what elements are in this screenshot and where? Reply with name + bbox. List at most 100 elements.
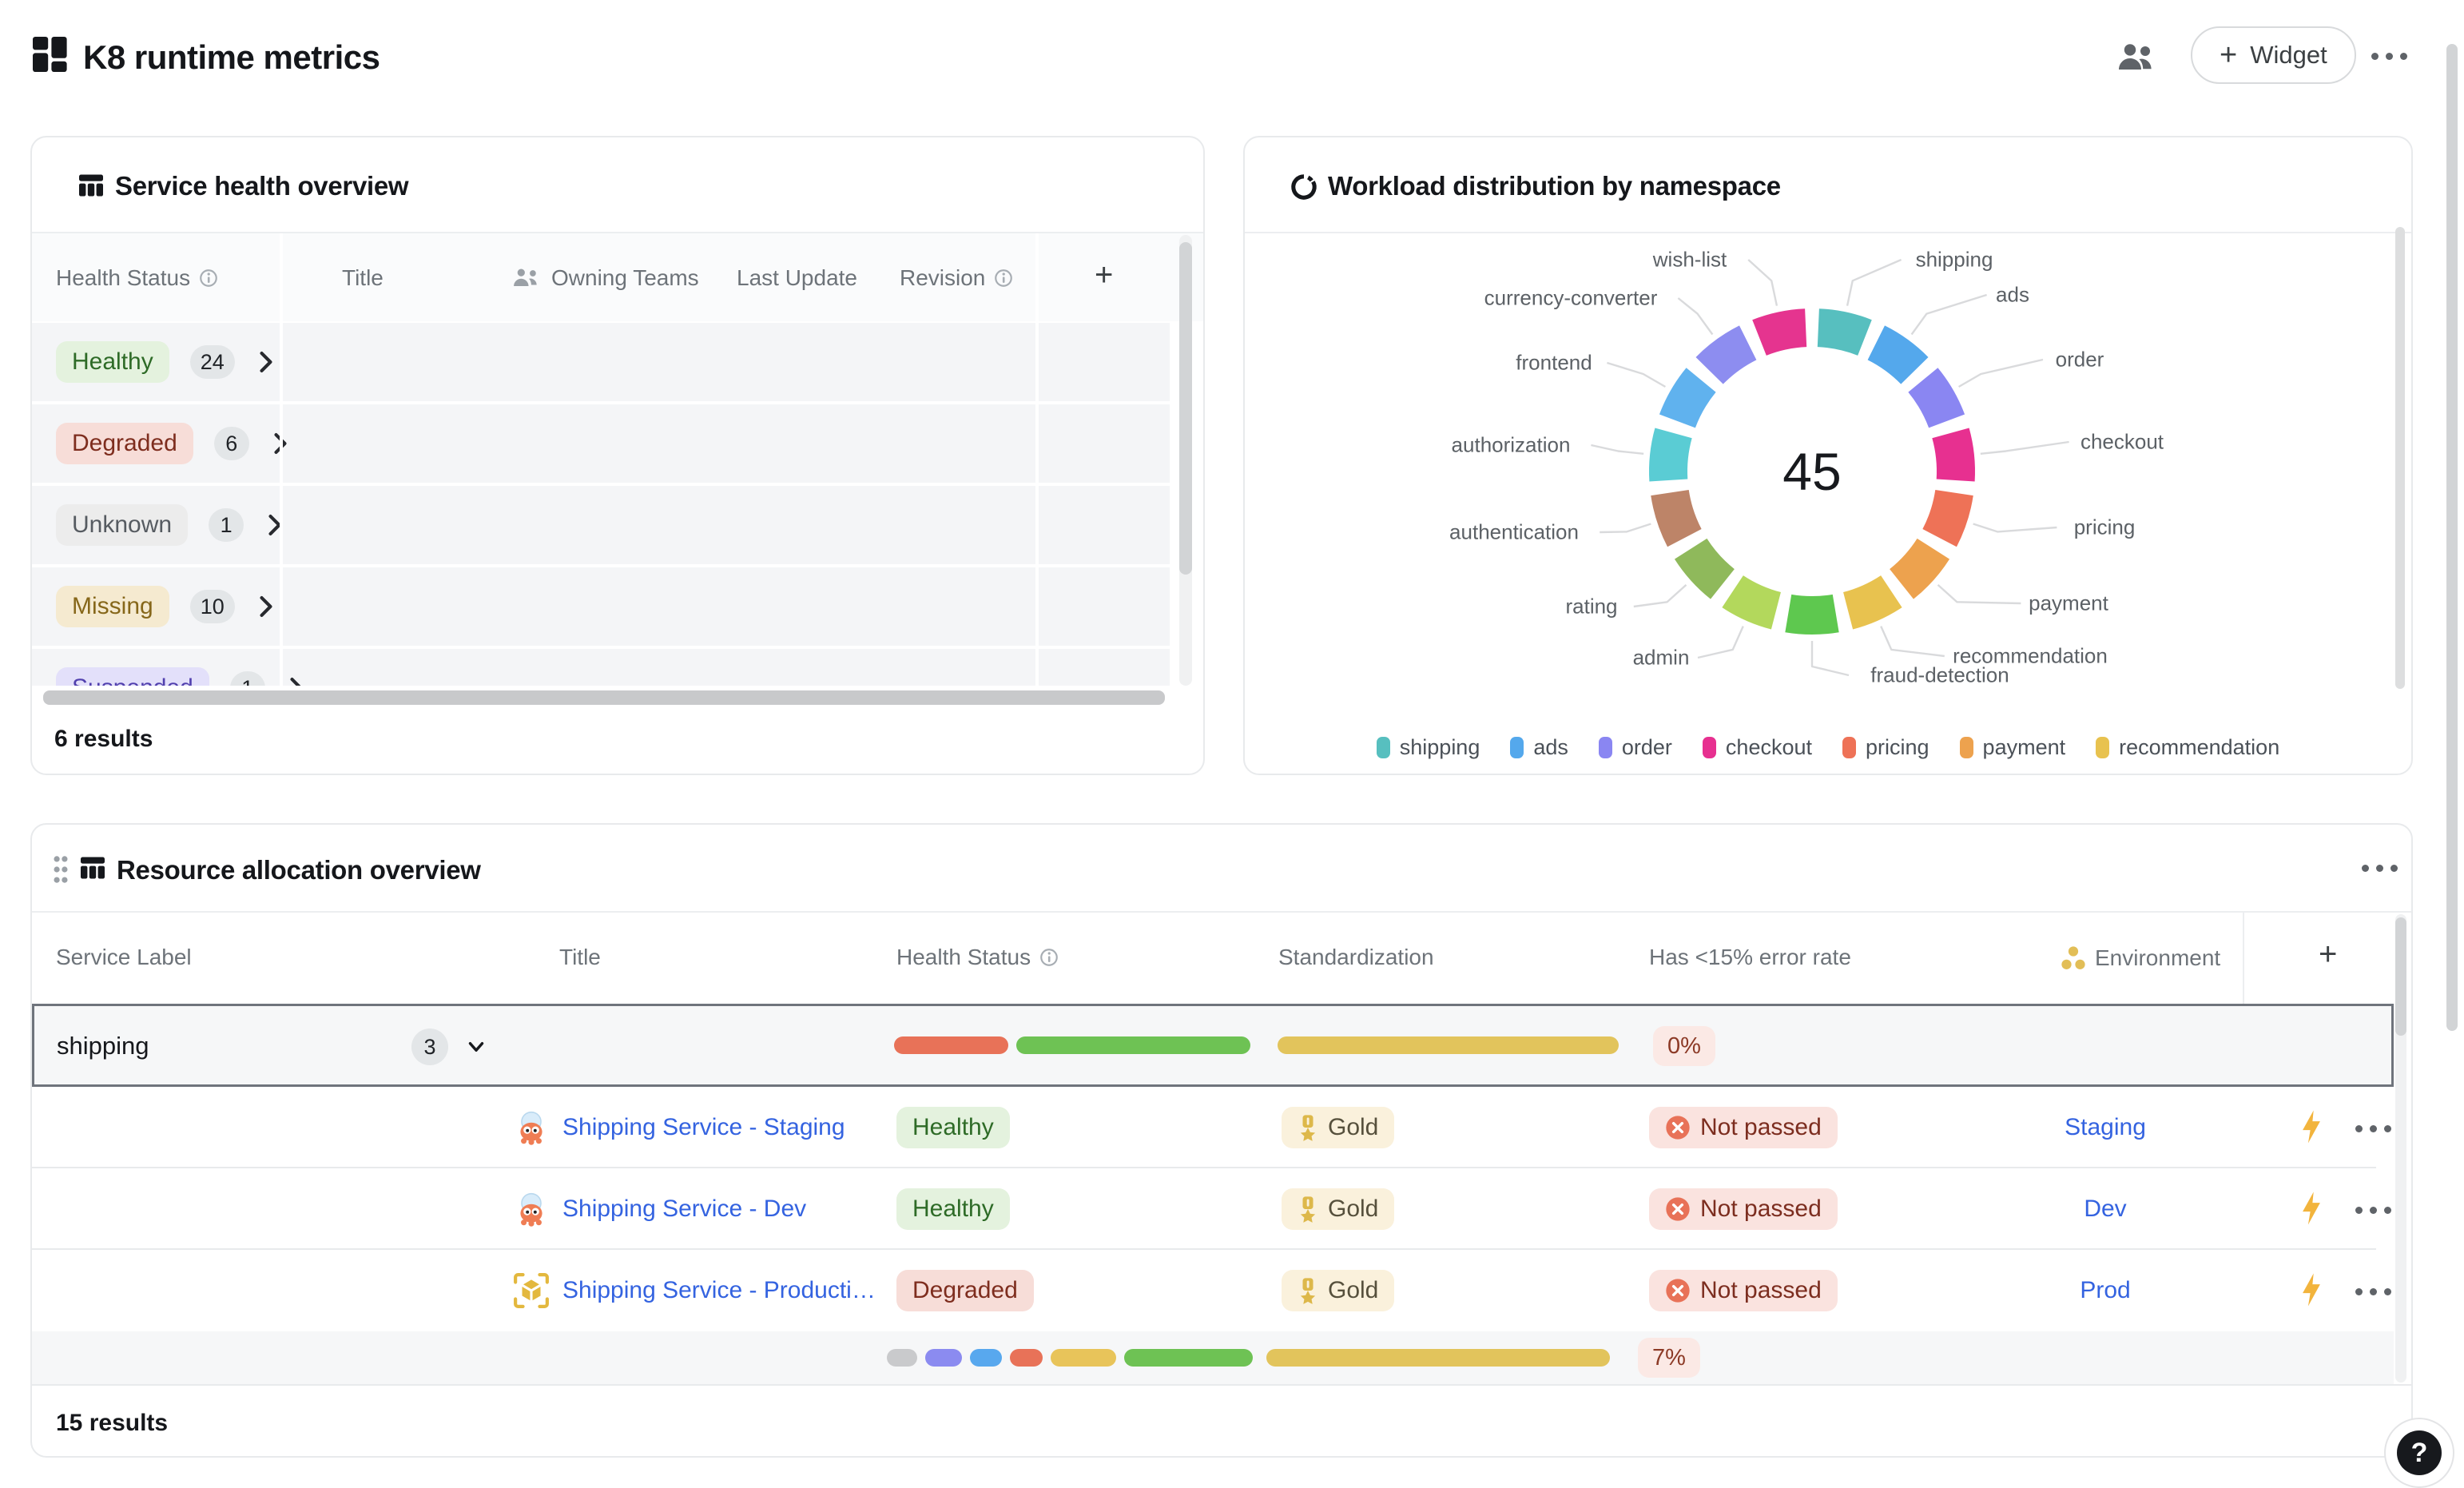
table-vscrollbar[interactable]: [2395, 917, 2406, 1036]
donut-segment-admin[interactable]: [1733, 591, 1776, 611]
chevron-right-icon[interactable]: [256, 350, 276, 374]
legend-item-payment[interactable]: payment: [1960, 735, 2066, 760]
donut-segment-authentication[interactable]: [1670, 493, 1684, 539]
check-badge: Not passed: [1649, 1107, 1838, 1148]
col-owning-teams[interactable]: Owning Teams: [511, 265, 699, 291]
table-row[interactable]: Unknown 1: [32, 486, 1170, 564]
add-widget-button[interactable]: + Widget: [2191, 26, 2356, 84]
share-users-icon[interactable]: [2116, 40, 2157, 78]
col-standardization[interactable]: Standardization: [1278, 945, 1434, 970]
count-badge: 6: [214, 427, 249, 460]
group-row-partial[interactable]: 7%: [32, 1331, 2394, 1384]
table-header-row: Health Status Title Owning Teams Last Up…: [32, 233, 1203, 321]
legend-item-pricing[interactable]: pricing: [1842, 735, 1929, 760]
lightning-icon[interactable]: [2299, 1272, 2323, 1307]
legend-item-checkout[interactable]: checkout: [1703, 735, 1812, 760]
donut-segment-rating[interactable]: [1691, 549, 1723, 584]
help-button[interactable]: ?: [2384, 1418, 2454, 1488]
col-environment[interactable]: Environment: [2060, 945, 2220, 972]
chevron-right-icon[interactable]: [286, 676, 307, 686]
service-octopus-icon: [513, 1191, 550, 1231]
donut-segment-shipping[interactable]: [1818, 328, 1865, 337]
lightning-icon[interactable]: [2299, 1191, 2323, 1226]
plus-icon: +: [2220, 40, 2237, 70]
legend-item-ads[interactable]: ads: [1510, 735, 1568, 760]
legend-chip: [1842, 737, 1856, 758]
donut-segment-order[interactable]: [1923, 380, 1947, 421]
donut-segment-payment[interactable]: [1902, 549, 1933, 584]
table-icon: [78, 853, 107, 886]
donut-chart-icon: [1290, 173, 1318, 205]
team-icon: [511, 266, 543, 290]
col-health-status[interactable]: Health Status: [56, 265, 219, 291]
service-link[interactable]: Shipping Service - Producti…: [562, 1277, 876, 1304]
table-row-staging[interactable]: Shipping Service - Staging Healthy Gold …: [32, 1087, 2394, 1168]
card-title: Service health overview: [115, 171, 408, 201]
page-title: K8 runtime metrics: [83, 38, 380, 77]
table-row[interactable]: Suspended 1: [32, 649, 1170, 686]
donut-leader-line: [1698, 627, 1743, 658]
donut-segment-pricing[interactable]: [1940, 493, 1954, 539]
environment-link[interactable]: Prod: [2053, 1277, 2157, 1304]
row-more-menu[interactable]: [2355, 1288, 2391, 1295]
legend-chip: [1703, 737, 1716, 758]
row-more-menu[interactable]: [2355, 1125, 2391, 1132]
donut-segment-authorization[interactable]: [1668, 433, 1674, 480]
col-last-update[interactable]: Last Update: [737, 265, 857, 291]
donut-segment-ads[interactable]: [1876, 343, 1914, 371]
chevron-right-icon[interactable]: [256, 595, 276, 619]
table-hscrollbar[interactable]: [43, 690, 1165, 705]
table-row-dev[interactable]: Shipping Service - Dev Healthy Gold Not …: [32, 1168, 2394, 1250]
standardization-badge: Gold: [1282, 1188, 1394, 1230]
col-revision[interactable]: Revision: [900, 265, 1014, 291]
table-bottom-border: [32, 1384, 2411, 1386]
page-scrollbar[interactable]: [2446, 44, 2458, 1031]
donut-segment-frontend[interactable]: [1677, 380, 1701, 421]
table-vscrollbar[interactable]: [1179, 242, 1192, 575]
workload-donut-chart[interactable]: [1245, 233, 2411, 775]
donut-segment-currency-converter[interactable]: [1710, 343, 1748, 371]
card-title: Workload distribution by namespace: [1328, 171, 1781, 201]
card-more-menu[interactable]: [2362, 865, 2398, 872]
group-row-shipping[interactable]: shipping 3 0%: [32, 1004, 2394, 1087]
legend-chip: [2096, 737, 2109, 758]
workload-card: Workload distribution by namespace 45 sh…: [1243, 136, 2413, 775]
col-service-label[interactable]: Service Label: [56, 945, 192, 970]
add-column-button[interactable]: +: [1095, 257, 1113, 293]
table-row[interactable]: Healthy 24: [32, 323, 1170, 401]
row-more-menu[interactable]: [2355, 1207, 2391, 1214]
add-column-button[interactable]: +: [2319, 937, 2337, 973]
donut-segment-fraud-detection[interactable]: [1788, 614, 1835, 615]
lightning-icon[interactable]: [2299, 1109, 2323, 1144]
donut-segment-recommendation[interactable]: [1848, 591, 1891, 611]
table-row[interactable]: Missing 10: [32, 567, 1170, 646]
service-octopus-icon: [513, 1109, 550, 1150]
service-link[interactable]: Shipping Service - Staging: [562, 1114, 845, 1141]
legend-item-recommendation[interactable]: recommendation: [2096, 735, 2279, 760]
environment-link[interactable]: Staging: [2053, 1114, 2157, 1141]
chevron-down-icon[interactable]: [464, 1035, 488, 1059]
col-error-rate[interactable]: Has <15% error rate: [1649, 945, 1851, 970]
donut-leader-line: [1591, 445, 1643, 454]
donut-segment-checkout[interactable]: [1950, 433, 1956, 480]
legend-item-order[interactable]: order: [1599, 735, 1672, 760]
card-scrollbar[interactable]: [2395, 227, 2405, 689]
health-badge: Healthy: [896, 1188, 1010, 1230]
table-row-production[interactable]: Shipping Service - Producti… Degraded Go…: [32, 1250, 2394, 1331]
donut-segment-wish-list[interactable]: [1759, 328, 1806, 337]
col-title[interactable]: Title: [342, 265, 384, 291]
environment-link[interactable]: Dev: [2053, 1196, 2157, 1223]
service-link[interactable]: Shipping Service - Dev: [562, 1196, 806, 1223]
drag-handle-icon[interactable]: [53, 855, 69, 888]
col-title[interactable]: Title: [559, 945, 601, 970]
table-row[interactable]: Degraded 6: [32, 404, 1170, 483]
legend-label: payment: [1983, 735, 2066, 760]
check-badge: Not passed: [1649, 1188, 1838, 1230]
error-rate-badge: 0%: [1653, 1026, 1715, 1066]
donut-leader-line: [1959, 360, 2043, 387]
col-health-status[interactable]: Health Status: [896, 945, 1059, 970]
card-title: Resource allocation overview: [117, 855, 481, 885]
page-more-menu[interactable]: [2371, 53, 2407, 60]
legend-item-shipping[interactable]: shipping: [1377, 735, 1480, 760]
results-count: 15 results: [56, 1410, 168, 1437]
